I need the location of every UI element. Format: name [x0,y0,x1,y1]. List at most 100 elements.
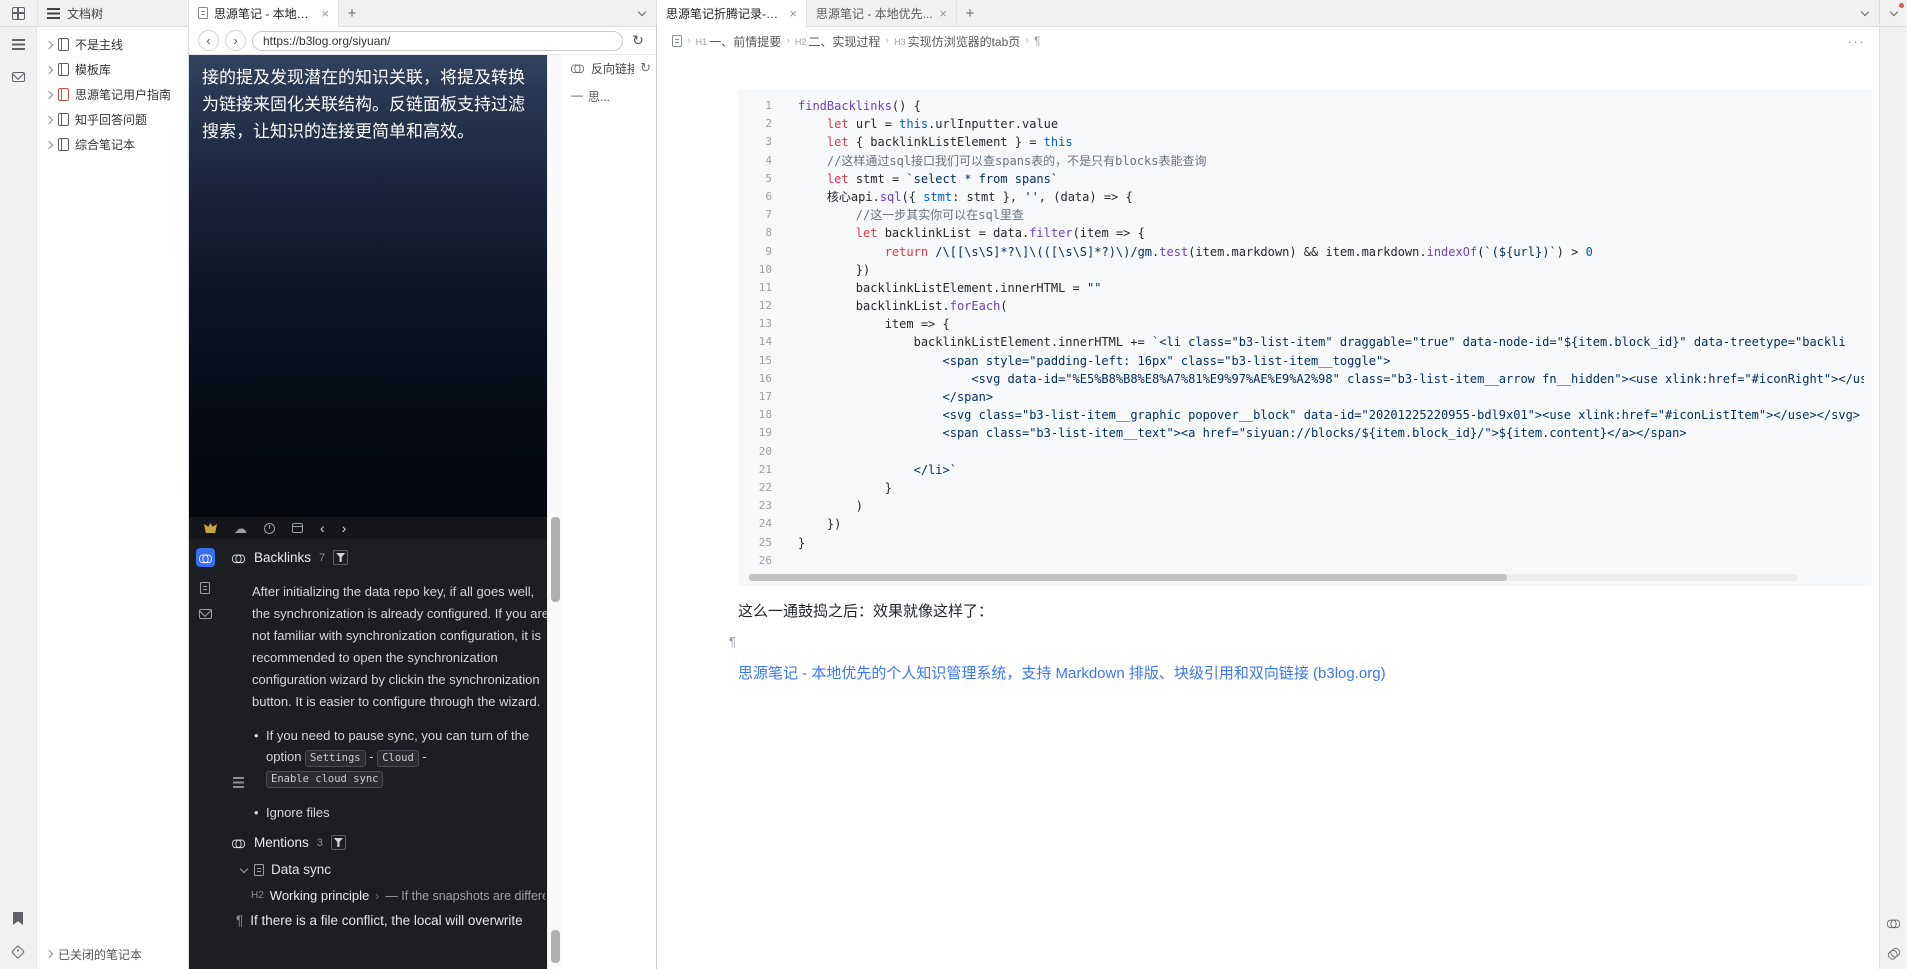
close-icon[interactable]: × [321,7,329,20]
filetree-item[interactable]: 思源笔记用户指南 [37,82,188,107]
filetree-item[interactable]: 不是主线 [37,32,188,57]
left-dock-top [12,39,25,82]
line-number: 22 [748,479,772,497]
left-dock-bottom [13,912,23,957]
link-dock-icon[interactable] [1886,946,1900,959]
tab-browser-plugin[interactable]: 思源笔记 - 本地优先... × [189,0,339,27]
mention-doc-label: Data sync [271,862,331,877]
back-button[interactable]: ‹ [198,30,219,51]
filetree-item[interactable]: 综合笔记本 [37,132,188,157]
heading-level-chip: H2 [795,37,807,47]
filter-icon [333,550,348,565]
refresh-icon[interactable]: ↻ [640,60,651,76]
scrollbar-thumb[interactable] [551,517,560,602]
filetree-dock-tab[interactable]: 文档树 [37,0,189,26]
workspace-icon[interactable] [12,7,25,20]
new-tab-button[interactable]: + [339,0,365,27]
new-tab-button[interactable]: + [957,0,983,27]
conflict-text: If there is a file conflict, the local w… [250,913,522,928]
chevron-right-icon[interactable] [46,117,52,123]
line-number: 5 [748,170,772,188]
tag-icon[interactable] [11,945,25,959]
closed-notebooks-label: 已关闭的笔记本 [58,946,142,963]
tab-label: 思源笔记 - 本地优先... [816,5,933,22]
crumb-label: 实现仿浏览器的tab页 [908,33,1021,50]
tab-label: 思源笔记 - 本地优先... [214,5,315,22]
chevron-right-icon [46,951,52,957]
inbox-dock-icon [199,609,212,619]
screenshot-body: Backlinks 7 After initializing the data … [189,539,547,969]
empty-paragraph-marker[interactable]: ¶ [729,634,1879,649]
code-line: 12 backlinkList.forEach( [748,297,1864,315]
chevron-down-icon [1861,8,1869,16]
notebook-icon [58,88,69,101]
code-line: 14 backlinkListElement.innerHTML += `<li… [748,333,1864,351]
code-hscrollbar-thumb[interactable] [749,574,1507,581]
breadcrumb-item[interactable]: H3实现仿浏览器的tab页 [894,33,1020,50]
code-text: ) [798,497,1864,515]
breadcrumb-item[interactable]: H1一、前情提要 [696,33,782,50]
b3log-link[interactable]: 思源笔记 - 本地优先的个人知识管理系统，支持 Markdown 排版、块级引用… [738,662,1386,683]
code-text: return /\[[\s\S]*?\]\(([\s\S]*?)\)/gm.te… [798,243,1864,261]
h2-chip: H2 [251,890,264,901]
line-number: 20 [748,443,772,461]
code-line: 24 }) [748,515,1864,533]
code-text: let url = this.urlInputter.value [798,115,1864,133]
code-text: let { backlinkListElement } = this [798,133,1864,151]
tab-document[interactable]: 思源笔记折腾记录-思源...× [657,0,807,27]
line-number: 18 [748,406,772,424]
chevron-right-icon[interactable] [46,42,52,48]
webpage-view: 接的提及发现潜在的知识关联，将提及转换为链接来固化关联结构。反链面板支持过滤搜索… [189,55,547,969]
line-number: 7 [748,206,772,224]
top-bar: 文档树 思源笔记 - 本地优先... × + 思源笔记折腾记录-思源...×思源… [0,0,1907,27]
tab-document[interactable]: 思源笔记 - 本地优先... × [807,0,957,27]
code-line: 21 </li>` [748,461,1864,479]
inbox-icon[interactable] [12,72,25,82]
chevron-right-icon[interactable] [46,67,52,73]
forward-button[interactable]: › [225,30,246,51]
chevron-down-icon[interactable] [1889,8,1897,16]
notebook-label: 不是主线 [75,36,123,53]
url-input[interactable] [252,31,623,51]
scrollbar-thumb[interactable] [551,930,560,963]
close-icon[interactable]: × [939,7,947,20]
code-text: 核心api.sql({ stmt: stmt }, '', (data) => … [798,188,1864,206]
line-number: 1 [748,97,772,115]
editor-panel: ›H1一、前情提要›H2二、实现过程›H3实现仿浏览器的tab页›¶ ··· 1… [657,27,1879,969]
backlink-dock-icon[interactable] [1887,920,1900,927]
code-line: 15 <span style="padding-left: 16px" clas… [748,352,1864,370]
code-line: 3 let { backlinkListElement } = this [748,133,1864,151]
code-text: backlinkListElement.innerHTML = "" [798,279,1864,297]
doc-tree-dock-icon[interactable] [12,39,25,50]
code-line: 5 let stmt = `select * from spans` [748,170,1864,188]
mention-icon [232,839,245,846]
closed-notebooks-row[interactable]: 已关闭的笔记本 [37,942,188,966]
filetree-item[interactable]: 模板库 [37,57,188,82]
filetree-item[interactable]: 知乎回答问题 [37,107,188,132]
code-text: item => { [798,315,1864,333]
chevron-right-icon[interactable] [46,92,52,98]
backlink-list-item[interactable]: — 思... [562,88,656,105]
line-number: 14 [748,333,772,351]
page-icon [198,7,208,19]
refresh-icon[interactable]: ↻ [629,32,647,49]
backlink-item-label: 思... [588,88,610,105]
breadcrumb-item[interactable]: H2二、实现过程 [795,33,881,50]
code-line: 19 <span class="b3-list-item__text"><a h… [748,424,1864,442]
tab-menu-chevron[interactable] [1862,11,1868,15]
more-button[interactable]: ··· [1848,34,1866,49]
chevron-right-icon[interactable] [46,142,52,148]
tab-menu-chevron[interactable] [639,11,645,15]
document-content: 1findBacklinks() {2 let url = this.urlIn… [657,55,1879,969]
code-lines: 1findBacklinks() {2 let url = this.urlIn… [748,97,1864,570]
breadcrumb-item[interactable]: ¶ [1034,34,1040,48]
close-icon[interactable]: × [789,7,797,20]
paragraph-text[interactable]: 这么一通鼓捣之后：效果就像这样了： [738,600,1879,621]
backlink-side-panel: 反向链接 ↻ — 思... [562,55,656,969]
right-tabs-holder: 思源笔记折腾记录-思源...× 思源笔记 - 本地优先... × [657,0,957,27]
bookmark-icon[interactable] [13,912,23,925]
code-block[interactable]: 1findBacklinks() {2 let url = this.urlIn… [738,89,1872,586]
browser-panel: ‹ › ↻ 接的提及发现潜在的知识关联，将提及转换为链接来固化关联结构。反链面板… [189,27,657,969]
document-icon[interactable] [672,35,682,47]
mention-paragraph-row: ¶ If there is a file conflict, the local… [236,913,545,928]
